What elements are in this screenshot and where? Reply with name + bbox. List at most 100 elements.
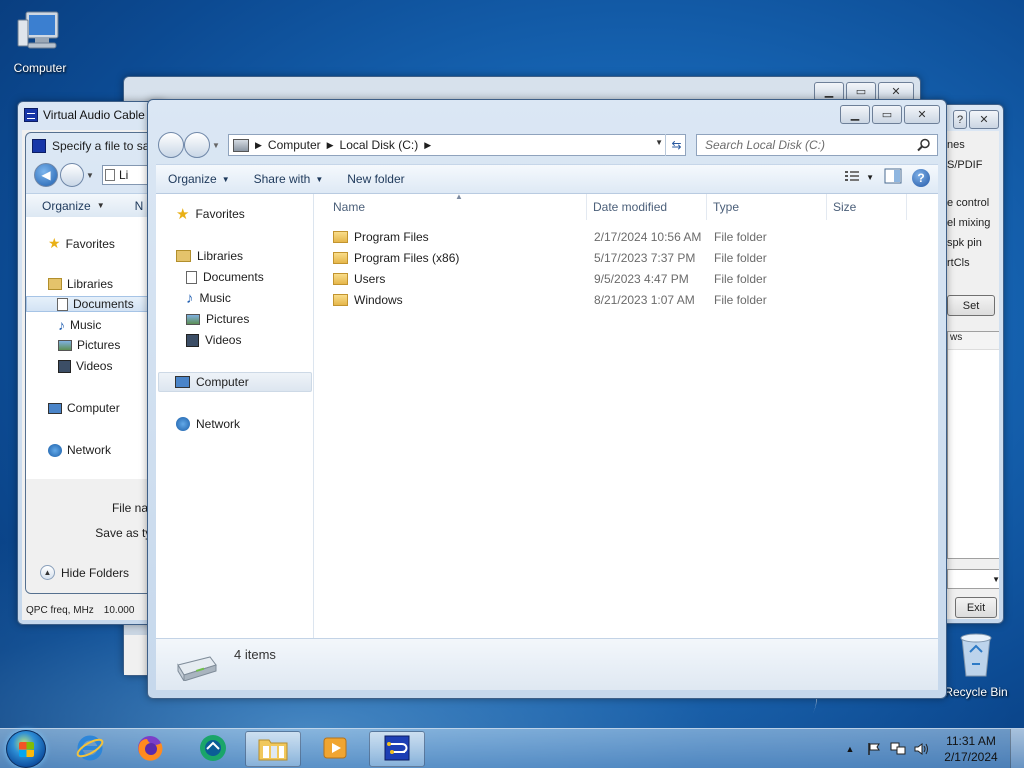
nav-computer[interactable]: Computer [158,372,312,392]
file-row[interactable]: Windows 8/21/2023 1:07 AM File folder [333,289,814,310]
column-size[interactable]: Size [827,194,907,220]
show-desktop-button[interactable] [1010,729,1024,768]
search-icon[interactable] [917,138,931,155]
file-list[interactable]: ▲ Name Date modified Type Size Program F… [315,192,938,638]
save-file-dialog[interactable]: Specify a file to save ◀ ▼ Li Organize ▼… [25,132,167,594]
desktop-icon-computer[interactable]: Computer [0,8,80,75]
window-title: Virtual Audio Cable [24,108,145,122]
taskbar-media-player[interactable] [307,731,363,767]
nav-libraries[interactable]: Libraries [176,246,243,266]
nav-network[interactable]: Network [48,443,111,457]
nav-computer[interactable]: Computer [48,401,120,415]
portcls-checkbox-label[interactable]: rtCls [947,257,970,269]
clock[interactable]: 11:31 AM 2/17/2024 [936,733,1006,765]
file-row[interactable]: Program Files 2/17/2024 10:56 AM File fo… [333,226,814,247]
network-status-icon[interactable] [888,741,908,757]
refresh-button[interactable]: ⇆ [665,134,687,156]
nav-music[interactable]: ♪ Music [58,317,101,333]
history-dropdown-icon[interactable]: ▼ [86,171,94,180]
chevron-right-icon[interactable]: ▶ [327,140,334,151]
nav-libraries[interactable]: Libraries [48,277,113,291]
details-pane: 4 items [156,638,938,690]
qpc-freq-label: QPC freq, MHz [26,604,94,616]
chevron-down-icon: ▼ [992,574,999,584]
chevron-up-icon: ▲ [40,565,55,580]
videos-icon [58,359,71,373]
taskbar-internet-explorer[interactable] [62,731,118,767]
help-button[interactable]: ? [953,110,967,129]
folder-icon [333,293,348,306]
history-dropdown-icon[interactable]: ▼ [212,141,220,150]
desktop-icon-recycle-bin[interactable]: Recycle Bin [936,630,1016,699]
streams-list[interactable]: ws [947,331,999,559]
dropdown-combo[interactable]: ▼ [947,569,999,589]
chevron-down-icon: ▼ [221,174,230,184]
nav-documents[interactable]: Documents [186,267,264,287]
column-date-modified[interactable]: Date modified [587,194,707,220]
preview-pane-icon[interactable] [884,168,902,187]
nav-videos[interactable]: Videos [186,330,241,350]
file-name: Program Files (x86) [354,250,460,265]
chevron-right-icon[interactable]: ▶ [255,140,262,151]
refresh-icon: ⇆ [671,138,682,152]
start-button[interactable] [6,730,46,768]
channel-mixing-checkbox-label[interactable]: el mixing [947,217,990,229]
action-center-flag-icon[interactable] [864,741,884,757]
drive-icon [233,138,249,152]
dialog-nav-pane: ★ Favorites Libraries Documents ♪ Music … [26,217,166,479]
file-row[interactable]: Users 9/5/2023 4:47 PM File folder [333,268,814,289]
nav-favorites[interactable]: ★ Favorites [176,204,245,224]
forward-arrow-icon[interactable] [60,163,84,187]
hide-folders-button[interactable]: ▲ Hide Folders [40,565,129,580]
spk-pin-checkbox-label[interactable]: spk pin [947,237,982,249]
exit-button[interactable]: Exit [955,597,997,618]
forward-arrow-icon[interactable] [184,132,210,158]
search-input[interactable]: Search Local Disk (C:) [696,134,938,156]
maximize-button[interactable]: ▭ [872,105,902,124]
help-icon[interactable]: ? [912,168,930,187]
breadcrumb-computer[interactable]: Computer [268,138,321,152]
column-type[interactable]: Type [707,194,827,220]
share-with-button[interactable]: Share with ▼ [242,167,336,191]
nav-videos[interactable]: Videos [58,359,112,373]
change-view-button[interactable]: ▼ [844,170,874,185]
close-button[interactable]: ✕ [904,105,940,124]
back-arrow-icon[interactable]: ◀ [34,163,58,187]
libraries-icon [48,278,62,290]
volume-icon[interactable] [912,741,932,757]
back-arrow-icon[interactable] [158,132,184,158]
organize-button[interactable]: Organize [42,199,91,213]
clock-time: 11:31 AM [946,734,996,748]
new-folder-button[interactable]: N [135,199,144,213]
taskbar-virtual-audio-cable[interactable] [369,731,425,767]
pictures-icon [58,339,72,351]
show-hidden-icons-icon[interactable]: ▲ [840,741,860,757]
nav-pictures[interactable]: Pictures [58,338,120,352]
explorer-window[interactable]: ▁ ▭ ✕ ▼ ▶ Computer ▶ Local Disk (C:) ▶ ▼… [147,99,947,699]
taskbar-windows-explorer[interactable] [245,731,301,767]
volume-control-checkbox-label[interactable]: e control [947,197,989,209]
taskbar-firefox[interactable] [122,731,178,767]
chevron-right-icon[interactable]: ▶ [424,140,431,151]
vac-window[interactable]: Virtual Audio Cable QPC freq, MHz 10.000… [17,101,167,625]
close-button[interactable]: ✕ [969,110,999,129]
column-name[interactable]: ▲ Name [315,192,587,220]
new-folder-button[interactable]: New folder [335,167,416,191]
organize-button[interactable]: Organize ▼ [156,167,242,191]
dialog-toolbar: Organize ▼ N [26,193,166,217]
address-bar[interactable]: ▶ Computer ▶ Local Disk (C:) ▶ ▼ [228,134,686,156]
column-headers: ▲ Name Date modified Type Size [315,192,938,220]
internet-explorer-icon [75,733,105,766]
address-dropdown-icon[interactable]: ▼ [655,138,663,147]
nav-documents[interactable]: Documents [26,296,166,312]
file-name: Users [354,271,386,286]
breadcrumb-local-disk[interactable]: Local Disk (C:) [340,138,419,152]
nav-favorites[interactable]: ★ Favorites [48,235,115,252]
nav-music[interactable]: ♪ Music [186,288,231,308]
nav-pictures[interactable]: Pictures [186,309,249,329]
file-row[interactable]: Program Files (x86) 5/17/2023 7:37 PM Fi… [333,247,814,268]
nav-network[interactable]: Network [176,414,240,434]
set-button[interactable]: Set [947,295,995,316]
minimize-button[interactable]: ▁ [840,105,870,124]
taskbar-app-circle[interactable] [185,731,241,767]
